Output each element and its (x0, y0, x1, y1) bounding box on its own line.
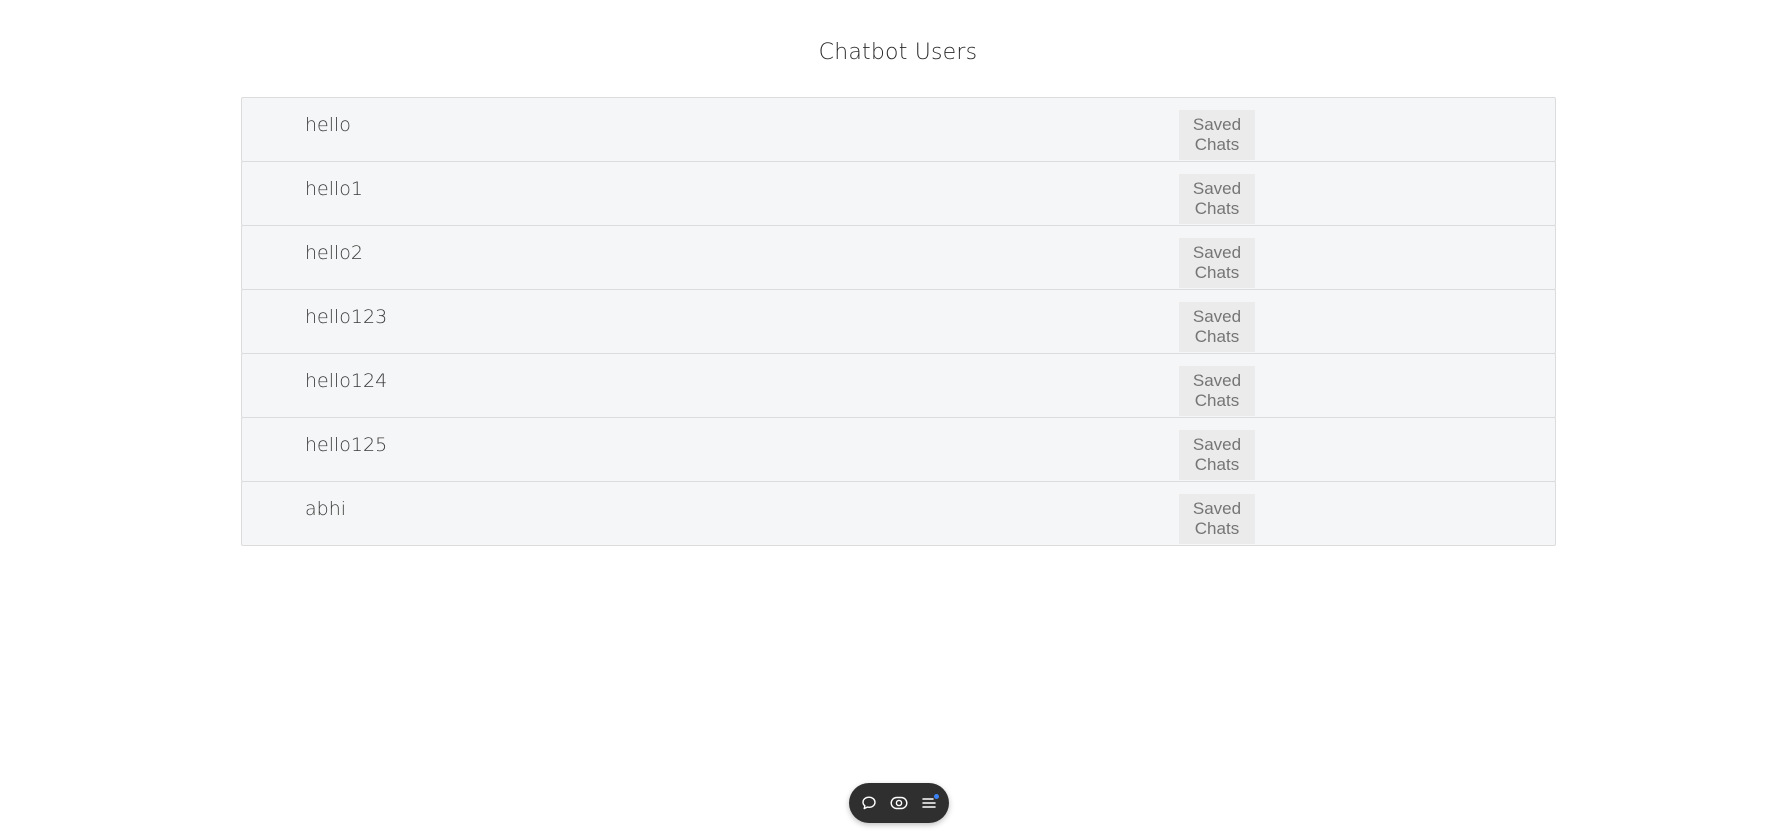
user-row: hello Saved Chats (241, 97, 1556, 162)
username: hello125 (305, 434, 388, 456)
saved-chats-button[interactable]: Saved Chats (1179, 430, 1255, 480)
saved-chats-button[interactable]: Saved Chats (1179, 174, 1255, 224)
floating-toolbar (849, 783, 949, 823)
user-row: hello125 Saved Chats (241, 417, 1556, 482)
saved-chats-button[interactable]: Saved Chats (1179, 302, 1255, 352)
saved-chats-button[interactable]: Saved Chats (1179, 366, 1255, 416)
user-row: hello123 Saved Chats (241, 289, 1556, 354)
username: abhi (305, 498, 347, 520)
page-title: Chatbot Users (818, 40, 978, 65)
user-list: hello Saved Chats hello1 Saved Chats hel… (241, 97, 1556, 546)
visibility-toggle-button[interactable] (889, 793, 909, 813)
page: Chatbot Users hello Saved Chats hello1 S… (0, 0, 1790, 840)
username: hello1 (305, 178, 364, 200)
notification-dot (934, 794, 939, 799)
user-row: hello124 Saved Chats (241, 353, 1556, 418)
chat-button[interactable] (859, 793, 879, 813)
user-row: hello2 Saved Chats (241, 225, 1556, 290)
saved-chats-button[interactable]: Saved Chats (1179, 238, 1255, 288)
saved-chats-button[interactable]: Saved Chats (1179, 494, 1255, 544)
chat-bubble-icon (862, 796, 876, 810)
username: hello2 (305, 242, 364, 264)
username: hello123 (305, 306, 388, 328)
saved-chats-button[interactable]: Saved Chats (1179, 110, 1255, 160)
username: hello (305, 114, 351, 136)
username: hello124 (305, 370, 388, 392)
menu-button[interactable] (919, 793, 939, 813)
user-row: hello1 Saved Chats (241, 161, 1556, 226)
user-row: abhi Saved Chats (241, 481, 1556, 546)
eye-toggle-icon (890, 796, 908, 810)
